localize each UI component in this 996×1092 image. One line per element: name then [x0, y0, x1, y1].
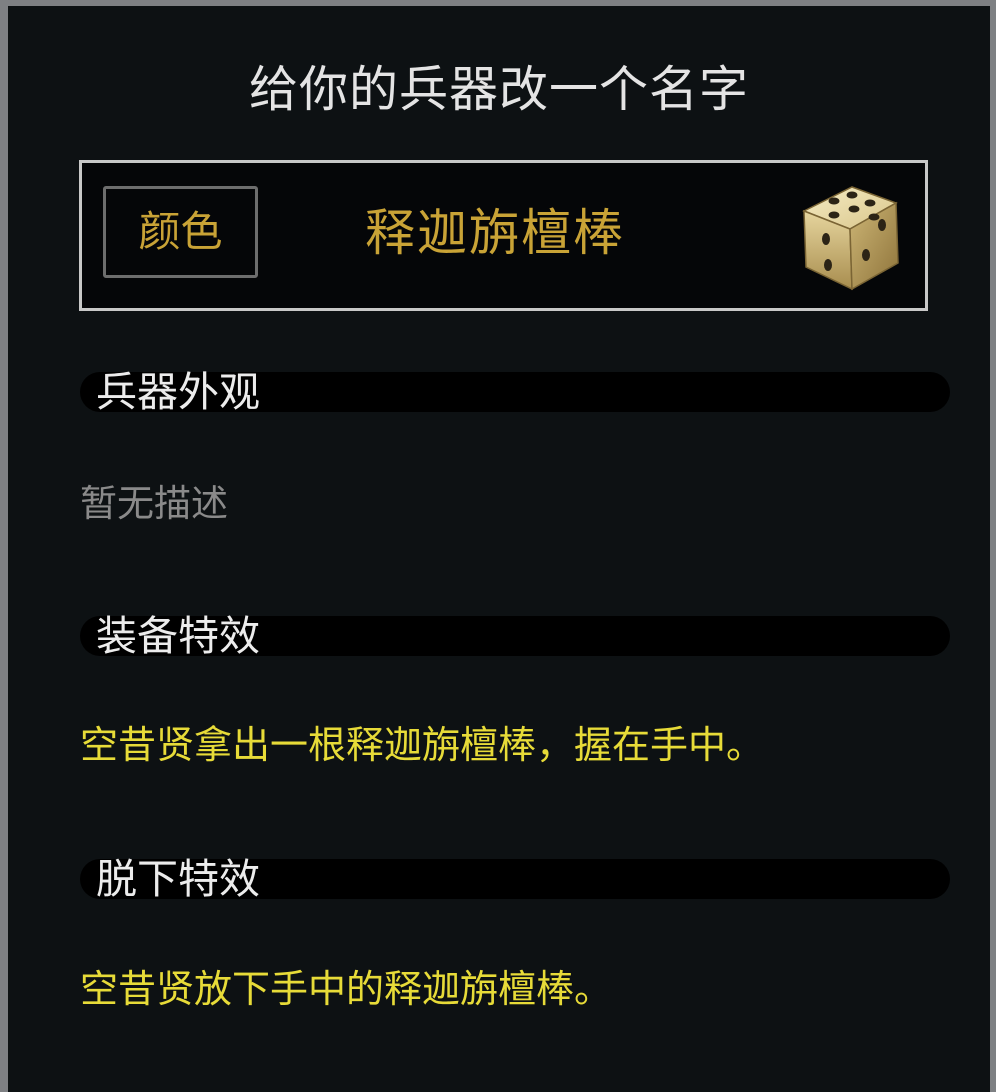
- section-appearance: 兵器外观: [80, 368, 950, 416]
- weapon-name-editor: 颜色 释迦旃檀棒: [79, 160, 928, 311]
- dialog-title: 给你的兵器改一个名字: [248, 61, 749, 118]
- appearance-description: 暂无描述: [80, 482, 228, 525]
- section-unequip-effect-title: 脱下特效: [96, 855, 260, 903]
- rename-weapon-panel: 给你的兵器改一个名字 颜色 释迦旃檀棒 兵器外观 暂无描述 装备特效 空昔贤拿出…: [8, 6, 990, 1092]
- section-unequip-effect: 脱下特效: [80, 855, 950, 903]
- section-equip-effect: 装备特效: [80, 612, 950, 660]
- weapon-name-input[interactable]: 释迦旃檀棒: [365, 201, 625, 265]
- color-button[interactable]: 颜色: [103, 186, 258, 278]
- section-equip-effect-title: 装备特效: [96, 612, 260, 660]
- section-appearance-title: 兵器外观: [96, 368, 260, 416]
- equip-effect-description: 空昔贤拿出一根释迦旃檀棒，握在手中。: [80, 723, 765, 767]
- unequip-effect-description: 空昔贤放下手中的释迦旃檀棒。: [80, 967, 613, 1011]
- dice-icon[interactable]: [796, 177, 904, 295]
